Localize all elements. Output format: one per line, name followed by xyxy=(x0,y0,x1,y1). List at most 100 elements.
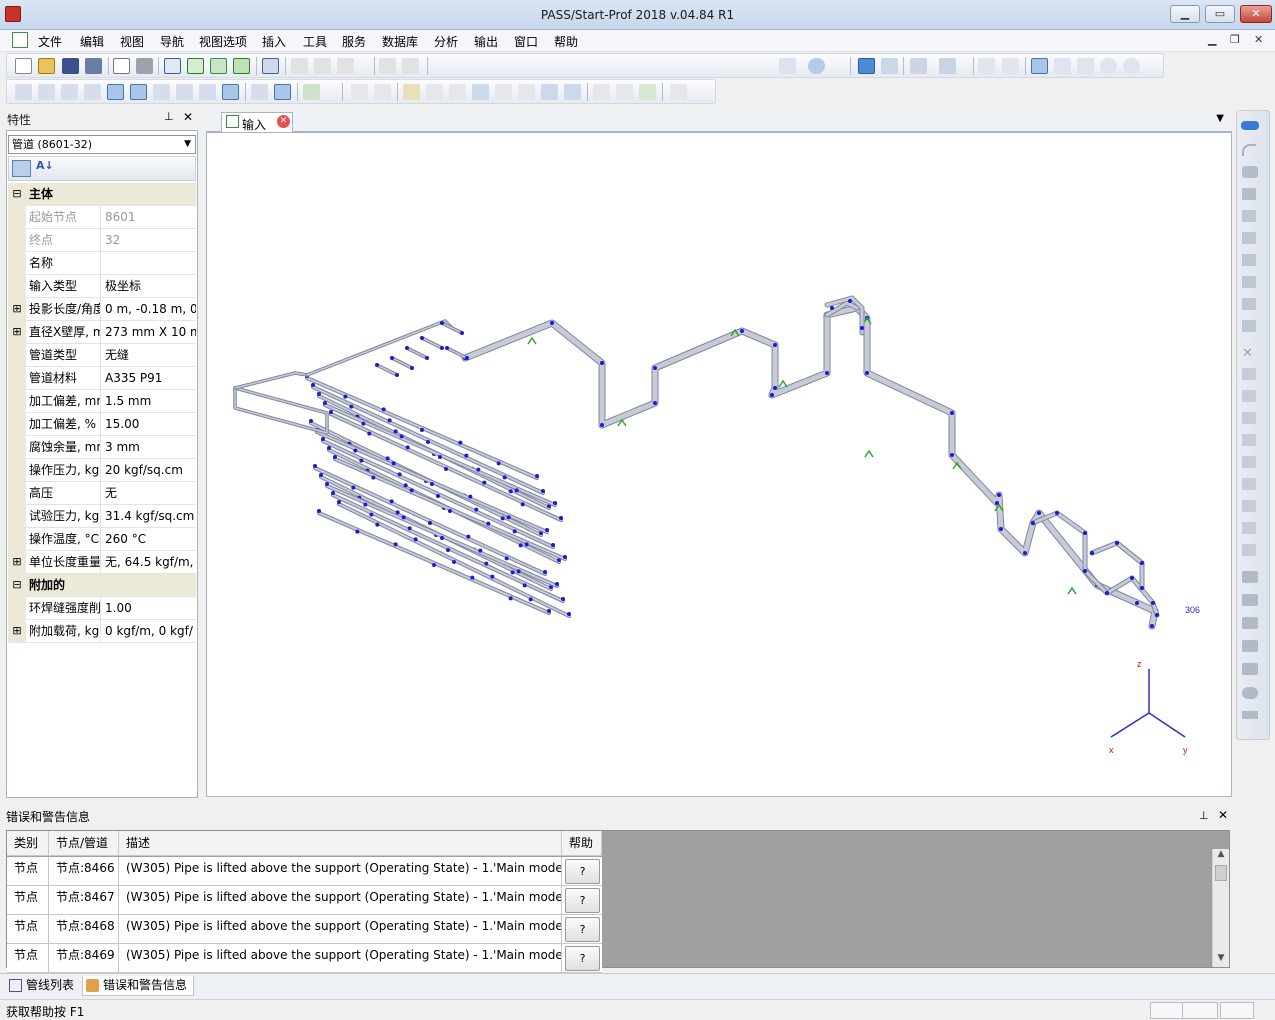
find-icon[interactable] xyxy=(910,58,927,74)
save-as-icon[interactable] xyxy=(85,58,102,74)
zoom-icon[interactable] xyxy=(1077,58,1094,74)
mdi-minimize-button[interactable]: ▁ xyxy=(1208,33,1216,46)
menu-analysis[interactable]: 分析 xyxy=(434,33,458,50)
mdi-close-button[interactable]: ✕ xyxy=(1254,33,1263,46)
copy-icon[interactable] xyxy=(314,58,331,74)
export-icon[interactable] xyxy=(616,84,633,100)
scroll-thumb[interactable] xyxy=(1215,865,1227,881)
spring-palette-icon[interactable] xyxy=(1242,390,1256,402)
zoom-extents-icon[interactable] xyxy=(1002,58,1019,74)
new-file-icon[interactable] xyxy=(15,58,32,74)
table-row[interactable]: 节点 节点:8469 (W305) Pipe is lifted above the… xyxy=(7,944,602,973)
close-panel-icon[interactable]: ✕ xyxy=(183,110,193,124)
close-tab-icon[interactable]: ✕ xyxy=(277,115,290,128)
reducer-tool-icon[interactable] xyxy=(84,84,101,100)
expand-toggle-icon[interactable]: ⊞ xyxy=(8,298,26,321)
open-folder-icon[interactable] xyxy=(38,58,55,74)
check-icon[interactable] xyxy=(210,58,227,74)
menu-view-options[interactable]: 视图选项 xyxy=(199,33,247,50)
paste-icon[interactable] xyxy=(337,58,354,74)
pin-icon[interactable]: ⊥ xyxy=(164,110,174,123)
menu-edit[interactable]: 编辑 xyxy=(80,33,104,50)
help-button[interactable]: ? xyxy=(565,859,600,884)
node-tool-icon[interactable] xyxy=(403,84,420,100)
rod-palette-icon[interactable] xyxy=(1242,456,1256,468)
categorized-icon[interactable] xyxy=(12,160,31,177)
pipe-palette-icon[interactable] xyxy=(1241,121,1259,130)
expansion-joint-palette-icon[interactable] xyxy=(1242,617,1258,629)
property-row[interactable]: ⊞ 附加载荷, kg 0 kgf/m, 0 kgf/ xyxy=(8,620,196,643)
close-window-button[interactable]: ✕ xyxy=(1240,5,1272,23)
property-value[interactable]: 273 mm X 10 m xyxy=(102,321,196,344)
property-row[interactable]: 环焊缝强度削 1.00 xyxy=(8,597,196,620)
property-row[interactable]: 管道材料 A335 P91 xyxy=(8,367,196,390)
valve-tool-icon[interactable] xyxy=(153,84,170,100)
col-category-header[interactable]: 类别 xyxy=(7,831,49,856)
property-value[interactable]: 20 kgf/sq.cm xyxy=(102,459,196,482)
menu-navigate[interactable]: 导航 xyxy=(160,33,184,50)
delete-icon[interactable] xyxy=(670,84,687,100)
property-value[interactable]: 0 m, -0.18 m, 0 xyxy=(102,298,196,321)
expand-toggle-icon[interactable]: ⊞ xyxy=(8,321,26,344)
tab-input[interactable]: 输入 ✕ xyxy=(221,112,293,132)
menu-insert[interactable]: 插入 xyxy=(262,33,286,50)
2d-view-icon[interactable] xyxy=(881,58,898,74)
tab-errors-warnings[interactable]: 错误和警告信息 xyxy=(82,976,194,996)
document-icon[interactable] xyxy=(12,32,28,48)
orbit-icon[interactable] xyxy=(1123,58,1140,74)
stop-palette-icon[interactable] xyxy=(1242,500,1256,512)
property-value[interactable]: 1.00 xyxy=(102,597,196,620)
undo-icon[interactable] xyxy=(379,58,396,74)
errors-scrollbar[interactable]: ▲ ▼ xyxy=(1212,849,1229,967)
print-icon[interactable] xyxy=(136,58,153,74)
property-row[interactable]: ⊞ 单位长度重量 无, 64.5 kgf/m, xyxy=(8,551,196,574)
redo-icon[interactable] xyxy=(402,58,419,74)
property-value[interactable]: 260 °C xyxy=(102,528,196,551)
property-row[interactable]: 加工偏差, mm 1.5 mm xyxy=(8,390,196,413)
menu-help[interactable]: 帮助 xyxy=(554,33,578,50)
property-value[interactable]: 1.5 mm xyxy=(102,390,196,413)
tee-tool-icon[interactable] xyxy=(61,84,78,100)
joint-tool-icon[interactable] xyxy=(199,84,216,100)
table-row[interactable]: 节点 节点:8468 (W305) Pipe is lifted above the… xyxy=(7,915,602,944)
menu-view[interactable]: 视图 xyxy=(120,33,144,50)
view-cube-icon[interactable] xyxy=(939,58,956,74)
tab-menu-chevron-icon[interactable]: ▼ xyxy=(1216,113,1224,124)
print-preview-icon[interactable] xyxy=(113,58,130,74)
copy-element-icon[interactable] xyxy=(251,84,268,100)
valve-palette-icon[interactable] xyxy=(1242,254,1256,266)
errors-close-icon[interactable]: ✕ xyxy=(1218,808,1228,822)
property-row[interactable]: 腐蚀余量, mm 3 mm xyxy=(8,436,196,459)
property-value[interactable]: 无 xyxy=(102,482,196,505)
col-description-header[interactable]: 描述 xyxy=(119,831,562,856)
property-value[interactable]: 31.4 kgf/sq.cm xyxy=(102,505,196,528)
property-category[interactable]: ⊟ 附加的 xyxy=(8,574,196,597)
property-value[interactable]: 极坐标 xyxy=(102,275,196,298)
axis-icon[interactable] xyxy=(779,58,796,74)
bend-palette-icon[interactable] xyxy=(1242,144,1256,156)
col-node-header[interactable]: 节点/管道 xyxy=(49,831,119,856)
property-row[interactable]: 管道类型 无缝 xyxy=(8,344,196,367)
flange-palette-icon[interactable] xyxy=(1242,210,1256,222)
property-value[interactable]: 无缝 xyxy=(102,344,196,367)
support-tool-icon[interactable] xyxy=(107,84,124,100)
menu-file[interactable]: 文件 xyxy=(38,33,62,50)
maximize-button[interactable]: ▭ xyxy=(1205,5,1235,23)
property-row[interactable]: 名称 xyxy=(8,252,196,275)
col-help-header[interactable]: 帮助 xyxy=(562,831,602,856)
help-icon[interactable] xyxy=(808,58,825,74)
hanger-palette-icon[interactable] xyxy=(1242,412,1256,424)
mirror-tool-icon[interactable] xyxy=(495,84,512,100)
property-value[interactable] xyxy=(102,252,196,275)
pipe-tool-icon[interactable] xyxy=(15,84,32,100)
help-button[interactable]: ? xyxy=(565,888,600,913)
table-row[interactable]: 节点 节点:8466 (W305) Pipe is lifted above the… xyxy=(7,857,602,886)
split-icon[interactable] xyxy=(351,84,368,100)
clamp-palette-icon[interactable] xyxy=(1242,544,1256,556)
property-row[interactable]: 输入类型 极坐标 xyxy=(8,275,196,298)
property-value[interactable]: 0 kgf/m, 0 kgf/ xyxy=(102,620,196,643)
property-row[interactable]: 操作压力, kg 20 kgf/sq.cm xyxy=(8,459,196,482)
pan-icon[interactable] xyxy=(1054,58,1071,74)
input-view-icon[interactable] xyxy=(187,58,204,74)
turbine-palette-icon[interactable] xyxy=(1242,663,1258,675)
